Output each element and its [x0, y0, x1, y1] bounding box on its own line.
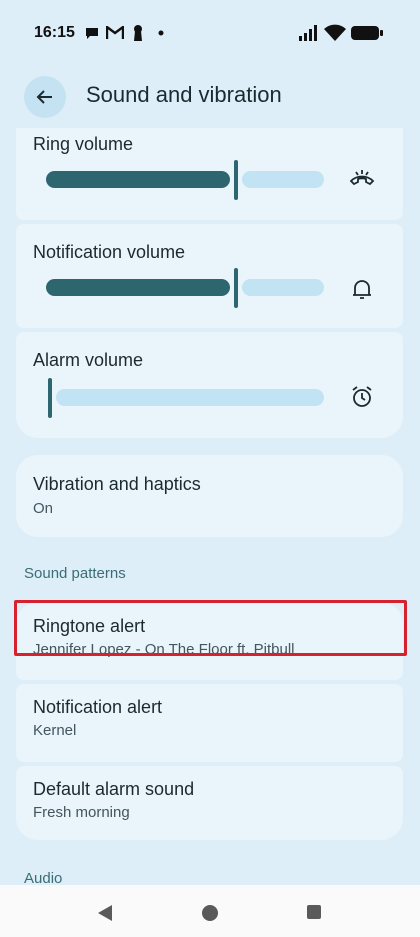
notification-alert-title: Notification alert — [33, 697, 163, 717]
back-arrow-icon — [36, 90, 52, 104]
ring-volume-label: Ring volume — [33, 134, 134, 154]
ringtone-alert-title: Ringtone alert — [33, 616, 146, 636]
status-time: 16:15 — [34, 24, 75, 41]
wifi-icon — [324, 24, 346, 41]
slider-inactive-track — [242, 279, 324, 296]
default-alarm-sound-title: Default alarm sound — [33, 779, 195, 799]
navigation-bar — [0, 885, 420, 937]
notification-alert-row[interactable]: Notification alert Kernel — [16, 684, 403, 762]
nav-recents-icon[interactable] — [306, 904, 322, 920]
slider-thumb[interactable] — [48, 378, 52, 418]
vibration-haptics-row[interactable]: Vibration and haptics On — [16, 455, 403, 537]
slider-thumb[interactable] — [234, 268, 238, 308]
notification-volume-label: Notification volume — [33, 242, 186, 262]
back-button[interactable] — [24, 76, 66, 118]
app-bar: Sound and vibration — [0, 66, 420, 128]
vibration-haptics-value: On — [33, 500, 54, 517]
nav-back-icon[interactable] — [96, 904, 114, 922]
battery-icon — [351, 26, 383, 40]
slider-active-track — [46, 171, 230, 188]
page-title: Sound and vibration — [86, 82, 282, 107]
gmail-icon — [106, 26, 124, 39]
slider-active-track — [46, 279, 230, 296]
vibration-haptics-title: Vibration and haptics — [33, 474, 201, 494]
alarm-clock-icon[interactable] — [349, 384, 375, 410]
nav-home-icon[interactable] — [201, 904, 219, 922]
ring-volume-slider[interactable] — [46, 160, 324, 200]
status-bar: 16:15 — [0, 0, 420, 66]
alarm-volume-label: Alarm volume — [33, 350, 144, 370]
slider-inactive-track — [56, 389, 324, 406]
keyhole-icon — [134, 25, 142, 41]
notification-alert-value: Kernel — [33, 722, 77, 739]
phone-hangup-icon[interactable] — [349, 166, 375, 192]
dot-icon — [158, 30, 164, 36]
ring-volume-row: Ring volume — [16, 128, 403, 220]
default-alarm-sound-value: Fresh morning — [33, 804, 130, 821]
alarm-volume-slider[interactable] — [46, 378, 324, 418]
chat-icon — [86, 28, 98, 39]
signal-icon — [299, 25, 317, 41]
ringtone-alert-value: Jennifer Lopez - On The Floor ft. Pitbul… — [33, 641, 295, 658]
slider-inactive-track — [242, 171, 324, 188]
notification-volume-row: Notification volume — [16, 224, 403, 328]
default-alarm-sound-row[interactable]: Default alarm sound Fresh morning — [16, 766, 403, 840]
notification-volume-slider[interactable] — [46, 268, 324, 308]
alarm-volume-row: Alarm volume — [16, 332, 403, 438]
slider-thumb[interactable] — [234, 160, 238, 200]
ringtone-alert-row[interactable]: Ringtone alert Jennifer Lopez - On The F… — [16, 602, 403, 680]
bell-icon[interactable] — [349, 276, 375, 302]
sound-patterns-header: Sound patterns — [24, 565, 126, 582]
